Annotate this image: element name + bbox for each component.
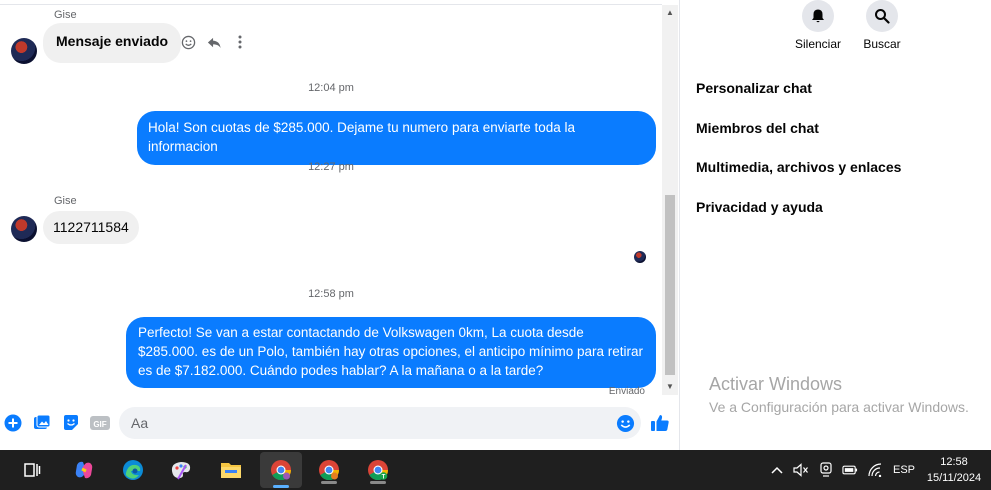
avatar[interactable] bbox=[11, 216, 37, 242]
scroll-up-arrow-icon[interactable]: ▲ bbox=[662, 7, 678, 19]
emoji-react-icon[interactable] bbox=[180, 34, 196, 50]
chat-info-panel: Silenciar Buscar Personalizar chat Miemb… bbox=[681, 0, 991, 450]
sticker-icon[interactable] bbox=[61, 413, 81, 433]
message-status: Enviado bbox=[608, 386, 645, 397]
taskbar: T ESP 12:58 15/11/2024 bbox=[0, 450, 991, 490]
message-actions bbox=[180, 34, 248, 50]
more-options-icon[interactable] bbox=[232, 34, 248, 50]
message-bubble-incoming[interactable]: 1122711584 bbox=[43, 211, 139, 244]
timestamp: 12:27 pm bbox=[308, 161, 354, 173]
activate-windows-title: Activar Windows bbox=[709, 374, 843, 394]
message-bubble-outgoing[interactable]: Hola! Son cuotas de $285.000. Dejame tu … bbox=[137, 111, 656, 165]
chrome-window-active-icon[interactable] bbox=[260, 452, 302, 488]
message-bubble-incoming[interactable]: Mensaje enviado bbox=[43, 23, 182, 63]
wifi-icon[interactable] bbox=[867, 462, 883, 478]
menu-privacy-help[interactable]: Privacidad y ayuda bbox=[696, 199, 823, 215]
volume-muted-icon[interactable] bbox=[793, 462, 809, 478]
paint-icon[interactable] bbox=[167, 456, 195, 484]
mute-label: Silenciar bbox=[794, 37, 842, 51]
app-window: Gise Mensaje enviado 12:04 pm Hola! Son … bbox=[0, 0, 991, 490]
gif-icon[interactable]: GIF bbox=[90, 413, 110, 433]
running-indicator bbox=[370, 481, 386, 484]
like-icon[interactable] bbox=[650, 413, 670, 433]
search-icon bbox=[866, 0, 898, 32]
svg-text:T: T bbox=[382, 474, 386, 480]
edge-icon[interactable] bbox=[119, 456, 147, 484]
sender-name: Gise bbox=[54, 195, 77, 207]
input-language[interactable]: ESP bbox=[893, 464, 915, 476]
chrome-profile-icon[interactable] bbox=[315, 456, 343, 484]
clock-time: 12:58 bbox=[940, 456, 968, 468]
show-hidden-icons-chevron-icon[interactable] bbox=[769, 462, 785, 478]
plus-icon[interactable] bbox=[3, 413, 23, 433]
menu-chat-members[interactable]: Miembros del chat bbox=[696, 120, 819, 136]
battery-icon[interactable] bbox=[842, 462, 858, 478]
emoji-icon[interactable] bbox=[615, 413, 635, 433]
system-clock[interactable]: 12:58 15/11/2024 bbox=[918, 454, 990, 486]
avatar[interactable] bbox=[11, 38, 37, 64]
task-view-icon[interactable] bbox=[18, 456, 46, 484]
scrollbar-thumb[interactable] bbox=[665, 195, 675, 375]
menu-customize-chat[interactable]: Personalizar chat bbox=[696, 80, 812, 96]
timestamp: 12:04 pm bbox=[308, 82, 354, 94]
running-indicator bbox=[321, 481, 337, 484]
search-button[interactable]: Buscar bbox=[847, 0, 917, 51]
copilot-icon[interactable] bbox=[70, 456, 98, 484]
bell-icon bbox=[802, 0, 834, 32]
scroll-down-arrow-icon[interactable]: ▼ bbox=[662, 381, 678, 393]
activate-windows-subtitle: Ve a Configuración para activar Windows. bbox=[709, 399, 969, 415]
mute-button[interactable]: Silenciar bbox=[783, 0, 853, 51]
gallery-icon[interactable] bbox=[32, 413, 52, 433]
divider bbox=[0, 4, 662, 5]
reply-icon[interactable] bbox=[206, 34, 222, 50]
clock-date: 15/11/2024 bbox=[926, 472, 982, 484]
menu-media-files-links[interactable]: Multimedia, archivos y enlaces bbox=[696, 159, 901, 175]
read-receipt-avatar bbox=[634, 251, 646, 263]
composer-bar: GIF bbox=[0, 403, 680, 443]
svg-text:GIF: GIF bbox=[93, 420, 106, 429]
timestamp: 12:58 pm bbox=[308, 288, 354, 300]
chat-pane: Gise Mensaje enviado 12:04 pm Hola! Son … bbox=[0, 0, 680, 450]
file-explorer-icon[interactable] bbox=[217, 456, 245, 484]
chat-scrollbar[interactable]: ▲ ▼ bbox=[662, 5, 678, 395]
webcam-icon[interactable] bbox=[818, 462, 834, 478]
sender-name: Gise bbox=[54, 9, 77, 21]
message-bubble-outgoing[interactable]: Perfecto! Se van a estar contactando de … bbox=[126, 317, 656, 388]
chrome-profile-t-icon[interactable]: T bbox=[364, 456, 392, 484]
search-label: Buscar bbox=[863, 37, 901, 51]
active-indicator bbox=[273, 485, 289, 488]
message-input[interactable] bbox=[119, 407, 641, 439]
